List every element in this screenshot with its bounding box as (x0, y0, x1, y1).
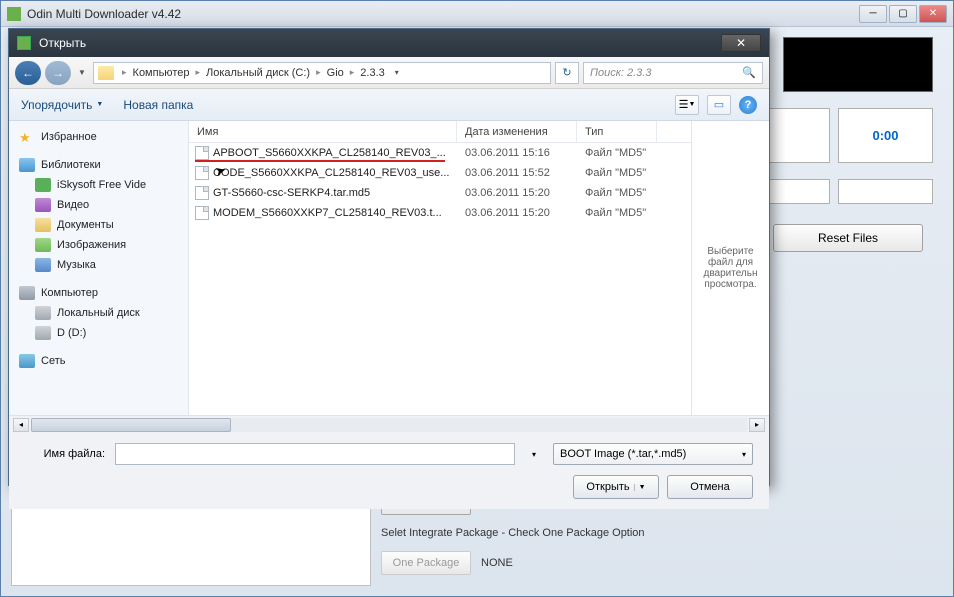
search-icon: 🔍 (742, 66, 756, 79)
sidebar-libraries[interactable]: Библиотеки (9, 155, 188, 175)
disk-icon (35, 306, 51, 320)
breadcrumb-gio[interactable]: Gio (325, 67, 346, 79)
folder-icon (98, 66, 114, 80)
breadcrumb-drive[interactable]: Локальный диск (C:) (204, 67, 312, 79)
column-name[interactable]: Имя (189, 121, 457, 142)
search-input[interactable]: Поиск: 2.3.3 🔍 (583, 62, 763, 84)
sidebar-favorites[interactable]: ★Избранное (9, 127, 188, 147)
horizontal-scrollbar[interactable]: ◂ ▸ (9, 415, 769, 433)
filename-label: Имя файла: (25, 448, 105, 460)
new-folder-button[interactable]: Новая папка (123, 98, 193, 112)
disk-icon (35, 326, 51, 340)
preview-pane: Выберите файл для дварительн просмотра. (691, 121, 769, 415)
preview-pane-button[interactable]: ▭ (707, 95, 731, 115)
dialog-titlebar[interactable]: Открыть ✕ (9, 29, 769, 57)
file-icon (195, 186, 209, 200)
music-icon (35, 258, 51, 272)
scroll-track[interactable] (31, 418, 747, 432)
dialog-app-icon (17, 36, 31, 50)
sidebar-local-disk[interactable]: Локальный диск (9, 303, 188, 323)
dialog-main: ★Избранное Библиотеки iSkysoft Free Vide… (9, 121, 769, 415)
search-placeholder: Поиск: 2.3.3 (590, 67, 651, 79)
annotation-underline (195, 160, 445, 162)
info-box-2 (838, 179, 933, 204)
filename-dropdown[interactable]: ▾ (525, 450, 543, 459)
image-icon (35, 238, 51, 252)
file-row[interactable]: GT-S5660-csc-SERKP4.tar.md5 03.06.2011 1… (189, 183, 691, 203)
chevron-down-icon: ▼ (634, 484, 646, 491)
reset-files-button[interactable]: Reset Files (773, 224, 923, 252)
sidebar-music[interactable]: Музыка (9, 255, 188, 275)
chevron-right-icon: ▸ (120, 67, 129, 78)
file-row[interactable]: CODE_S5660XXKPA_CL258140_REV03_use... 03… (189, 163, 691, 183)
sidebar-iskysoft[interactable]: iSkysoft Free Vide (9, 175, 188, 195)
view-mode-button[interactable]: ☰ ▼ (675, 95, 699, 115)
help-icon[interactable]: ? (739, 96, 757, 114)
dialog-title: Открыть (39, 36, 721, 50)
minimize-button[interactable]: ─ (859, 5, 887, 23)
scroll-thumb[interactable] (31, 418, 231, 432)
status-display (783, 37, 933, 92)
maximize-button[interactable]: ▢ (889, 5, 917, 23)
breadcrumb-233[interactable]: 2.3.3 (358, 67, 386, 79)
file-icon (195, 146, 209, 160)
scroll-right-button[interactable]: ▸ (749, 418, 765, 432)
video-icon (35, 198, 51, 212)
integrate-label: Selet Integrate Package - Check One Pack… (381, 527, 943, 539)
nav-history-dropdown[interactable]: ▼ (75, 61, 89, 85)
chevron-right-icon: ▸ (314, 67, 323, 78)
file-icon (195, 166, 209, 180)
file-open-dialog: Открыть ✕ ← → ▼ ▸ Компьютер ▸ Локальный … (8, 28, 770, 486)
file-icon (195, 206, 209, 220)
file-list-header: Имя Дата изменения Тип (189, 121, 691, 143)
chevron-down-icon: ▼ (96, 101, 103, 108)
breadcrumb-bar[interactable]: ▸ Компьютер ▸ Локальный диск (C:) ▸ Gio … (93, 62, 551, 84)
document-icon (35, 218, 51, 232)
sidebar-images[interactable]: Изображения (9, 235, 188, 255)
filename-input[interactable] (115, 443, 515, 465)
scroll-left-button[interactable]: ◂ (13, 418, 29, 432)
odin-app-icon (7, 7, 21, 21)
one-package-button[interactable]: One Package (381, 551, 471, 575)
file-row[interactable]: MODEM_S5660XXKP7_CL258140_REV03.t... 03.… (189, 203, 691, 223)
timer-box: 0:00 (838, 108, 933, 163)
chevron-right-icon: ▸ (348, 67, 357, 78)
odin-titlebar[interactable]: Odin Multi Downloader v4.42 ─ ▢ ✕ (1, 1, 953, 27)
chevron-down-icon: ▾ (742, 450, 746, 459)
nav-forward-button[interactable]: → (45, 61, 71, 85)
library-icon (19, 158, 35, 172)
cancel-button[interactable]: Отмена (667, 475, 753, 499)
breadcrumb-dropdown[interactable]: ▾ (389, 68, 405, 77)
star-icon: ★ (19, 130, 35, 144)
filetype-select[interactable]: BOOT Image (*.tar,*.md5)▾ (553, 443, 753, 465)
file-list: Имя Дата изменения Тип APBOOT_S5660XXKPA… (189, 121, 691, 415)
odin-title: Odin Multi Downloader v4.42 (27, 7, 859, 21)
file-list-area: Имя Дата изменения Тип APBOOT_S5660XXKPA… (189, 121, 769, 415)
close-button[interactable]: ✕ (919, 5, 947, 23)
organize-menu[interactable]: Упорядочить▼ (21, 98, 103, 112)
dialog-toolbar: Упорядочить▼ Новая папка ☰ ▼ ▭ ? (9, 89, 769, 121)
sidebar-d-drive[interactable]: D (D:) (9, 323, 188, 343)
sidebar-video[interactable]: Видео (9, 195, 188, 215)
column-type[interactable]: Тип (577, 121, 657, 142)
dialog-sidebar: ★Избранное Библиотеки iSkysoft Free Vide… (9, 121, 189, 415)
sidebar-documents[interactable]: Документы (9, 215, 188, 235)
dialog-nav-bar: ← → ▼ ▸ Компьютер ▸ Локальный диск (C:) … (9, 57, 769, 89)
refresh-button[interactable]: ↻ (555, 62, 579, 84)
network-icon (19, 354, 35, 368)
computer-icon (19, 286, 35, 300)
nav-back-button[interactable]: ← (15, 61, 41, 85)
sidebar-network[interactable]: Сеть (9, 351, 188, 371)
one-package-value: NONE (481, 557, 513, 569)
breadcrumb-computer[interactable]: Компьютер (131, 67, 192, 79)
window-controls: ─ ▢ ✕ (859, 5, 947, 23)
column-date[interactable]: Дата изменения (457, 121, 577, 142)
dialog-close-button[interactable]: ✕ (721, 34, 761, 52)
sidebar-computer[interactable]: Компьютер (9, 283, 188, 303)
app-icon (35, 178, 51, 192)
open-button[interactable]: Открыть▼ (573, 475, 659, 499)
dialog-bottom: Имя файла: ▾ BOOT Image (*.tar,*.md5)▾ О… (9, 433, 769, 509)
chevron-right-icon: ▸ (193, 67, 202, 78)
